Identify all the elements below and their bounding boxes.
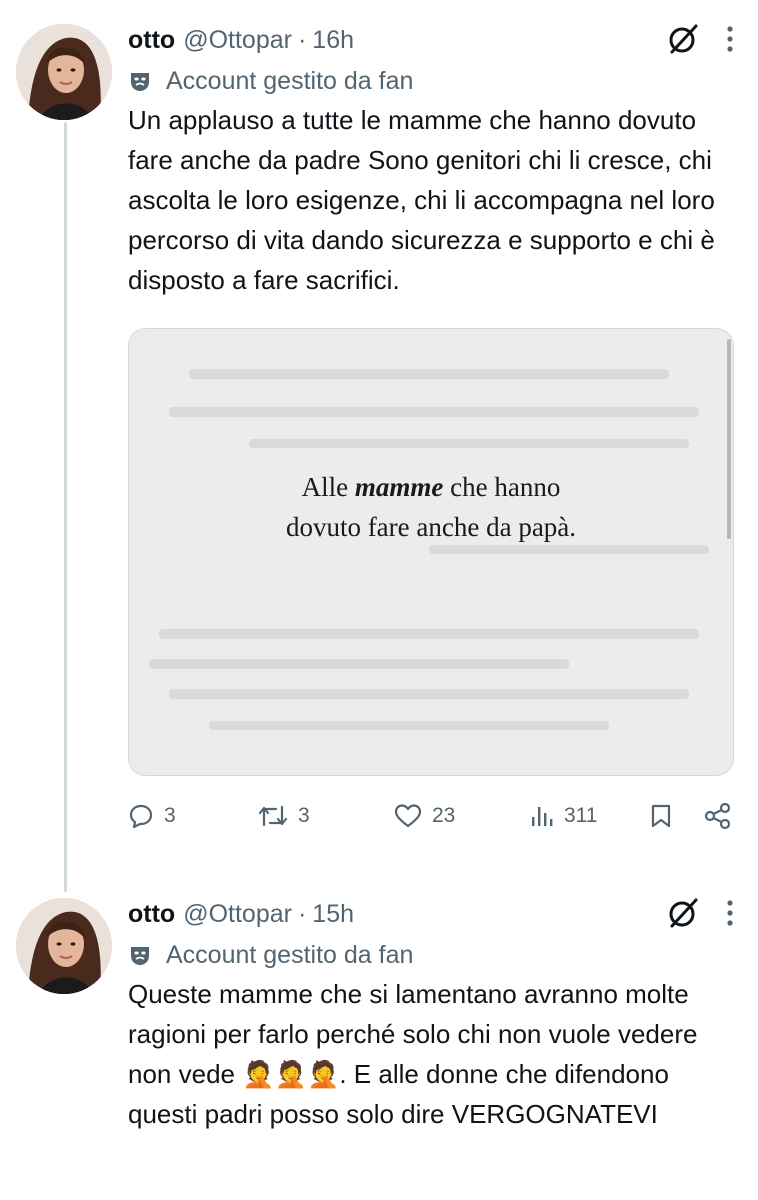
tweet-media-image[interactable]: Alle mamme che hanno dovuto fare anche d… xyxy=(128,328,734,776)
repost-count: 3 xyxy=(298,804,310,827)
fan-account-text: Account gestito da fan xyxy=(166,66,414,95)
timestamp[interactable]: 15h xyxy=(312,900,354,929)
views-icon xyxy=(530,803,554,829)
repost-icon xyxy=(258,803,288,829)
views-count: 311 xyxy=(564,804,598,827)
mask-icon xyxy=(128,943,152,967)
caption-line1-end: che hanno xyxy=(443,472,561,502)
like-button[interactable]: 23 xyxy=(394,796,455,836)
share-button[interactable] xyxy=(704,796,732,836)
tweet-actions: 3 3 23 311 xyxy=(128,796,734,836)
user-handle[interactable]: @Ottopar xyxy=(183,900,292,929)
display-name[interactable]: otto xyxy=(128,26,175,55)
tweet-content: otto @Ottopar · 16h Account gestito da f… xyxy=(128,22,734,836)
more-icon[interactable] xyxy=(726,899,734,927)
reply-icon xyxy=(128,803,154,829)
tweet-header: otto @Ottopar · 16h xyxy=(128,22,734,58)
tweet-text: Queste mamme che si lamentano avranno mo… xyxy=(128,974,734,1134)
share-icon xyxy=(704,802,732,830)
fan-account-label: Account gestito da fan xyxy=(128,64,734,98)
mask-icon xyxy=(128,69,152,93)
reply-count: 3 xyxy=(164,804,176,827)
avatar[interactable] xyxy=(16,24,112,120)
caption-emphasis: mamme xyxy=(354,472,444,502)
separator-dot: · xyxy=(297,25,307,54)
timestamp[interactable]: 16h xyxy=(312,26,354,55)
more-icon[interactable] xyxy=(726,25,734,53)
avatar[interactable] xyxy=(16,898,112,994)
header-icons xyxy=(666,896,734,930)
media-background xyxy=(129,329,733,775)
grok-icon[interactable] xyxy=(666,896,700,930)
bookmark-icon xyxy=(650,803,672,829)
like-icon xyxy=(394,803,422,829)
thread-connector-line xyxy=(64,122,67,892)
caption-line2: dovuto fare anche da papà. xyxy=(285,512,577,542)
fan-account-text: Account gestito da fan xyxy=(166,940,414,969)
display-name[interactable]: otto xyxy=(128,900,175,929)
tweet-content: otto @Ottopar · 15h Account gestito da f… xyxy=(128,896,734,1134)
user-handle[interactable]: @Ottopar xyxy=(183,26,292,55)
like-count: 23 xyxy=(432,804,456,827)
reply-button[interactable]: 3 xyxy=(128,796,176,836)
tweet-header: otto @Ottopar · 15h xyxy=(128,896,734,932)
fan-account-label: Account gestito da fan xyxy=(128,938,734,972)
media-scrollbar xyxy=(727,339,731,539)
bookmark-button[interactable] xyxy=(650,796,672,836)
header-icons xyxy=(666,22,734,56)
caption-line1-start: Alle xyxy=(301,472,355,502)
separator-dot: · xyxy=(297,899,307,928)
facepalm-emoji: 🤦🤦🤦 xyxy=(242,1059,340,1089)
media-caption: Alle mamme che hanno dovuto fare anche d… xyxy=(129,467,733,547)
tweet-text: Un applauso a tutte le mamme che hanno d… xyxy=(128,105,723,295)
repost-button[interactable]: 3 xyxy=(258,796,310,836)
views-button[interactable]: 311 xyxy=(530,796,597,836)
grok-icon[interactable] xyxy=(666,22,700,56)
